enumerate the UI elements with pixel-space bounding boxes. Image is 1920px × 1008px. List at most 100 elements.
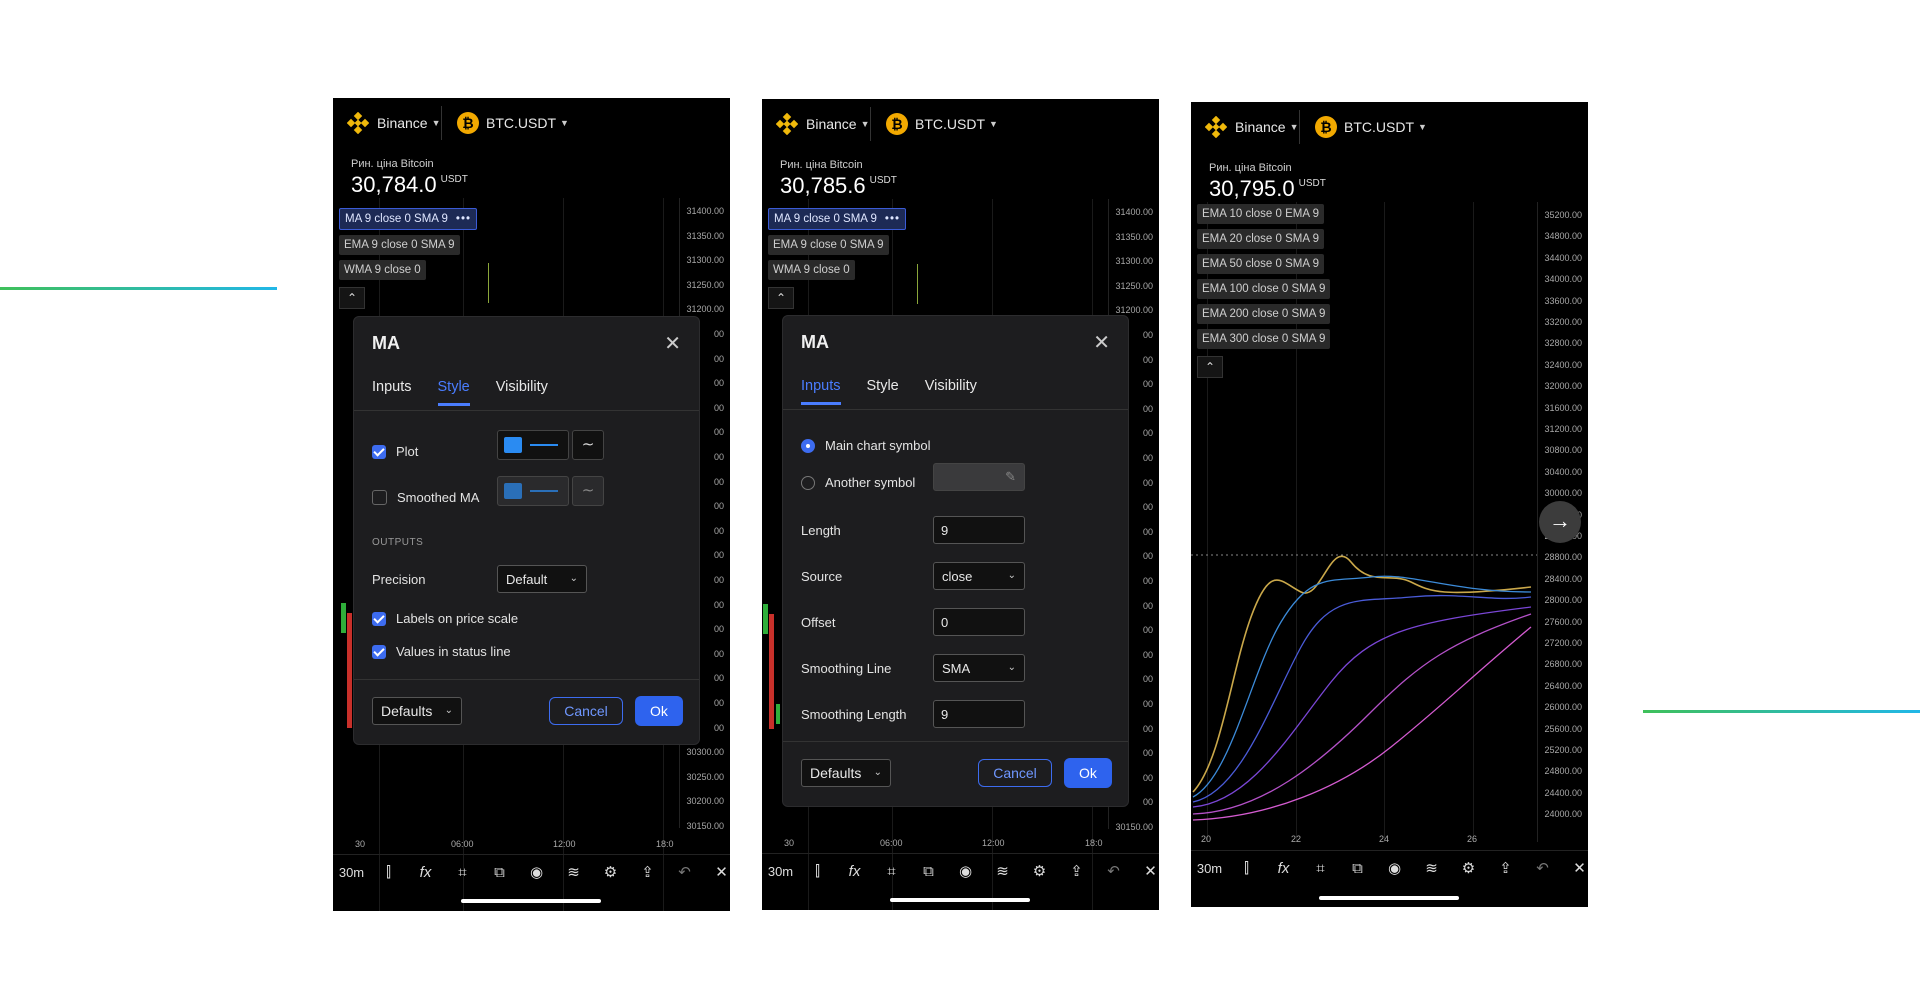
template-icon[interactable]: ⧉ [1339, 860, 1376, 877]
offset-input[interactable]: 0 [933, 608, 1025, 636]
price-tick-label: 30200.00 [686, 796, 724, 807]
indicator-wma[interactable]: WMA 9 close 0 [768, 260, 855, 280]
tab-visibility[interactable]: Visibility [925, 378, 977, 405]
share-icon[interactable]: ⇪ [629, 863, 666, 881]
candles-icon[interactable]: ⫿ [799, 863, 836, 880]
length-input[interactable]: 9 [933, 516, 1025, 544]
tab-visibility[interactable]: Visibility [496, 379, 548, 406]
defaults-select[interactable]: Defaults ⌄ [801, 759, 891, 787]
interval-button[interactable]: 30m [762, 864, 799, 879]
fx-icon[interactable]: fx [836, 863, 873, 880]
share-icon[interactable]: ⇪ [1487, 859, 1524, 877]
another-symbol-input[interactable]: ✎ [933, 463, 1025, 491]
indicator-ema-200[interactable]: EMA 200 close 0 SMA 9 [1197, 304, 1331, 324]
source-select[interactable]: close ⌄ [933, 562, 1025, 590]
close-icon[interactable]: ✕ [703, 863, 730, 881]
precision-select[interactable]: Default ⌄ [497, 565, 587, 593]
drawing-icon[interactable]: ⌗ [1302, 860, 1339, 877]
price-tick-label: 00 [713, 722, 724, 733]
smoothing-line-select[interactable]: SMA ⌄ [933, 654, 1025, 682]
smoothing-length-label: Smoothing Length [801, 707, 907, 722]
collapse-chevron-up-icon[interactable]: ⌃ [768, 287, 794, 309]
close-icon[interactable]: ✕ [1561, 859, 1588, 877]
tab-inputs[interactable]: Inputs [372, 379, 412, 406]
collapse-chevron-up-icon[interactable]: ⌃ [339, 287, 365, 309]
tab-style[interactable]: Style [437, 379, 470, 406]
undo-icon[interactable]: ↶ [1095, 862, 1132, 880]
exchange-selector[interactable]: Binance ▼ [1204, 115, 1299, 139]
eye-icon[interactable]: ◉ [518, 863, 555, 881]
indicator-ema-300[interactable]: EMA 300 close 0 SMA 9 [1197, 329, 1331, 349]
main-chart-symbol-radio[interactable] [801, 438, 815, 453]
price-tick-label: 33200.00 [1544, 317, 1582, 327]
indicator-ema-50[interactable]: EMA 50 close 0 SMA 9 [1197, 254, 1324, 274]
cancel-button[interactable]: Cancel [978, 759, 1052, 787]
candles-icon[interactable]: ⫿ [370, 864, 407, 881]
gear-icon[interactable]: ⚙ [1021, 862, 1058, 880]
candles-icon[interactable]: ⫿ [1228, 860, 1265, 877]
layers-icon[interactable]: ≋ [1413, 859, 1450, 877]
close-icon[interactable]: ✕ [1132, 862, 1159, 880]
dropdown-caret-icon: ▼ [860, 119, 870, 129]
fx-icon[interactable]: fx [1265, 860, 1302, 877]
interval-button[interactable]: 30m [1191, 861, 1228, 876]
defaults-select[interactable]: Defaults ⌄ [372, 697, 462, 725]
arrow-right-icon[interactable]: → [1539, 501, 1581, 543]
eye-icon[interactable]: ◉ [1376, 859, 1413, 877]
ok-button[interactable]: Ok [1064, 758, 1112, 788]
exchange-selector[interactable]: Binance ▼ [346, 111, 441, 135]
tab-style[interactable]: Style [867, 378, 899, 405]
plot-color-picker[interactable] [497, 430, 569, 460]
ok-button[interactable]: Ok [635, 696, 683, 726]
symbol-selector[interactable]: ₿ BTC.USDT ▼ [1315, 116, 1427, 138]
line-style-wave-icon[interactable]: ∼ [572, 476, 604, 506]
plot-checkbox[interactable] [372, 444, 386, 459]
gear-icon[interactable]: ⚙ [592, 863, 629, 881]
symbol-selector[interactable]: ₿ BTC.USDT ▼ [457, 112, 569, 134]
dialog-tabs: Inputs Style Visibility [372, 379, 574, 406]
smoothed-color-picker[interactable] [497, 476, 569, 506]
gear-icon[interactable]: ⚙ [1450, 859, 1487, 877]
binance-logo-icon [346, 111, 370, 135]
home-indicator [1319, 896, 1459, 900]
another-symbol-radio[interactable] [801, 475, 815, 490]
smoothed-ma-checkbox[interactable] [372, 490, 387, 505]
close-icon[interactable]: ✕ [1093, 330, 1110, 355]
candle [341, 603, 346, 633]
price-tick-label: 00 [1142, 723, 1153, 734]
labels-on-price-scale-checkbox[interactable] [372, 611, 386, 626]
template-icon[interactable]: ⧉ [481, 864, 518, 881]
undo-icon[interactable]: ↶ [1524, 859, 1561, 877]
eye-icon[interactable]: ◉ [947, 862, 984, 880]
collapse-chevron-up-icon[interactable]: ⌃ [1197, 356, 1223, 378]
smoothing-length-input[interactable]: 9 [933, 700, 1025, 728]
share-icon[interactable]: ⇪ [1058, 862, 1095, 880]
close-icon[interactable]: ✕ [664, 331, 681, 356]
symbol-selector[interactable]: ₿ BTC.USDT ▼ [886, 113, 998, 135]
tab-inputs[interactable]: Inputs [801, 378, 841, 405]
indicator-ema[interactable]: EMA 9 close 0 SMA 9 [768, 235, 889, 255]
interval-button[interactable]: 30m [333, 865, 370, 880]
values-in-status-line-checkbox[interactable] [372, 644, 386, 659]
indicator-ma[interactable]: MA 9 close 0 SMA 9 ••• [768, 208, 907, 230]
fx-icon[interactable]: fx [407, 864, 444, 881]
indicator-ema-100[interactable]: EMA 100 close 0 SMA 9 [1197, 279, 1331, 299]
drawing-icon[interactable]: ⌗ [444, 864, 481, 881]
indicator-ema-20[interactable]: EMA 20 close 0 SMA 9 [1197, 229, 1324, 249]
undo-icon[interactable]: ↶ [666, 863, 703, 881]
cancel-button[interactable]: Cancel [549, 697, 623, 725]
indicator-ema[interactable]: EMA 9 close 0 SMA 9 [339, 235, 460, 255]
template-icon[interactable]: ⧉ [910, 863, 947, 880]
line-style-wave-icon[interactable]: ∼ [572, 430, 604, 460]
phone-screen-3: Binance ▼ ₿ BTC.USDT ▼ Рин. ціна Bitcoin 3… [1191, 102, 1588, 907]
drawing-icon[interactable]: ⌗ [873, 863, 910, 880]
more-options-icon[interactable]: ••• [885, 213, 900, 225]
price-tick-label: 31600.00 [1544, 402, 1582, 413]
more-options-icon[interactable]: ••• [456, 213, 471, 225]
indicator-ma[interactable]: MA 9 close 0 SMA 9 ••• [339, 208, 478, 230]
exchange-selector[interactable]: Binance ▼ [775, 112, 870, 136]
layers-icon[interactable]: ≋ [984, 862, 1021, 880]
indicator-ema-10[interactable]: EMA 10 close 0 EMA 9 [1197, 204, 1324, 224]
indicator-wma[interactable]: WMA 9 close 0 [339, 260, 426, 280]
layers-icon[interactable]: ≋ [555, 863, 592, 881]
